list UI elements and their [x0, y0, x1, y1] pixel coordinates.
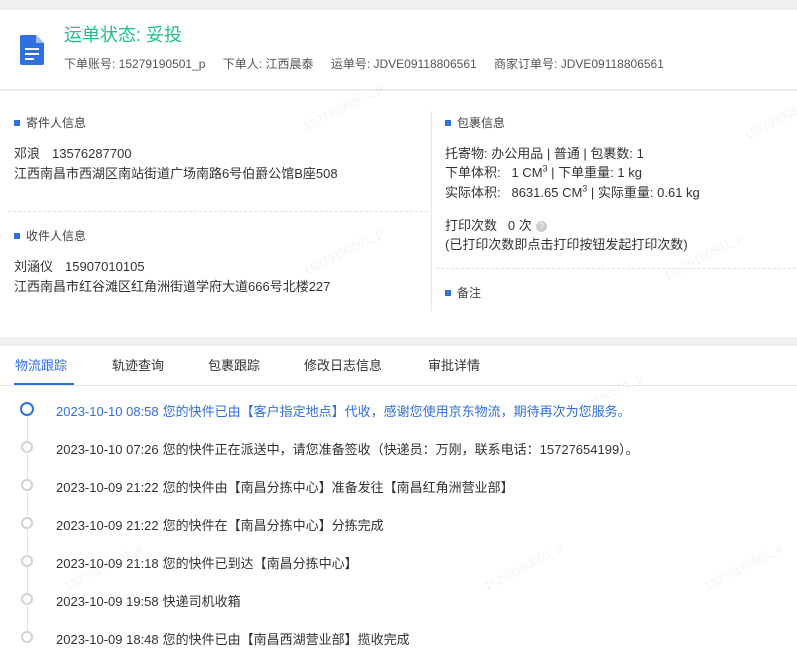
timeline-dot-icon — [21, 441, 33, 453]
active-tab-indicator — [14, 383, 74, 385]
timeline-time: 2023-10-10 07:26 — [56, 442, 159, 457]
timeline-time: 2023-10-09 19:58 — [56, 594, 159, 609]
tab-logistics-tracking[interactable]: 物流跟踪 — [15, 355, 67, 374]
tab-bar: 物流跟踪 轨迹查询 包裹跟踪 修改日志信息 审批详情 — [0, 346, 797, 386]
contact-column: 寄件人信息 邓浪 13576287700 江西南昌市西湖区南站街道广场南路6号伯爵… — [0, 91, 430, 337]
timeline-dot-icon — [21, 593, 33, 605]
sender-phone: 13576287700 — [52, 146, 132, 161]
sender-address: 江西南昌市西湖区南站街道广场南路6号伯爵公馆B座508 — [14, 166, 338, 181]
print-count-label: 打印次数 — [445, 218, 498, 233]
tab-package-tracking[interactable]: 包裹跟踪 — [208, 355, 260, 374]
timeline-time: 2023-10-10 08:58 — [56, 404, 159, 419]
document-icon — [20, 35, 44, 65]
receiver-phone: 15907010105 — [65, 259, 145, 274]
package-column: 包裹信息 托寄物: 办公用品 | 普通 | 包裹数: 1 下单体积: 1 CM3… — [432, 91, 797, 337]
timeline-dot-icon — [21, 517, 33, 529]
tab-trajectory-query[interactable]: 轨迹查询 — [112, 355, 164, 374]
waybill-meta: 下单账号: 15279190501_p 下单人: 江西晨泰 运单号: JDVE0… — [64, 55, 664, 72]
receiver-address: 江西南昌市红谷滩区红角洲街道学府大道666号北楼227 — [14, 279, 331, 294]
timeline-text: 您的快件已由【南昌西湖营业部】揽收完成 — [162, 632, 410, 647]
package-actual-volume: 实际体积: 8631.65 CM3 | 实际重量: 0.61 kg — [445, 183, 700, 200]
meta-merchant-order-number: 商家订单号: JDVE09118806561 — [494, 57, 664, 71]
divider — [8, 211, 428, 212]
meta-waybill-number: 运单号: JDVE09118806561 — [330, 57, 477, 71]
timeline-dot-icon — [21, 555, 33, 567]
sender-title: 寄件人信息 — [14, 114, 86, 131]
package-contents: 托寄物: 办公用品 | 普通 | 包裹数: 1 — [445, 146, 644, 161]
timeline-item: 2023-10-09 19:58 快递司机收箱 — [0, 589, 797, 609]
waybill-header: 运单状态: 妥投 下单账号: 15279190501_p 下单人: 江西晨泰 运… — [0, 10, 797, 90]
receiver-name: 刘涵仪 — [14, 259, 54, 274]
receiver-contact: 刘涵仪 15907010105 — [14, 256, 145, 275]
timeline-text: 快递司机收箱 — [162, 594, 241, 609]
timeline-item: 2023-10-09 21:22 您的快件由【南昌分拣中心】准备发往【南昌红角洲营… — [0, 475, 797, 495]
tab-approval-details[interactable]: 审批详情 — [428, 355, 480, 374]
timeline-time: 2023-10-09 18:48 — [56, 632, 159, 647]
tab-change-log[interactable]: 修改日志信息 — [304, 355, 382, 374]
waybill-status: 运单状态: 妥投 — [64, 21, 182, 47]
print-count: 打印次数 0 次? — [445, 215, 547, 234]
timeline-dot-icon — [21, 631, 33, 643]
timeline-item: 2023-10-09 21:22 您的快件在【南昌分拣中心】分拣完成 — [0, 513, 797, 533]
package-title: 包裹信息 — [445, 114, 505, 131]
timeline-text: 您的快件已由【客户指定地点】代收，感谢您使用京东物流，期待再次为您服务。 — [162, 404, 631, 419]
timeline-item: 2023-10-10 08:58 您的快件已由【客户指定地点】代收，感谢您使用京东… — [0, 399, 797, 419]
receiver-title: 收件人信息 — [14, 227, 86, 244]
timeline-text: 您的快件已到达【南昌分拣中心】 — [162, 556, 358, 571]
status-value: 妥投 — [146, 25, 183, 45]
sender-contact: 邓浪 13576287700 — [14, 143, 132, 162]
meta-orderer: 下单人: 江西晨泰 — [222, 57, 314, 71]
tracking-panel: 物流跟踪 轨迹查询 包裹跟踪 修改日志信息 审批详情 2023-10-10 08… — [0, 346, 797, 659]
timeline-dot-icon — [20, 402, 34, 416]
print-note: (已打印次数即点击打印按钮发起打印次数) — [445, 237, 688, 252]
divider — [436, 268, 796, 269]
package-order-volume: 下单体积: 1 CM3 | 下单重量: 1 kg — [445, 163, 642, 180]
timeline-dot-icon — [21, 479, 33, 491]
sender-name: 邓浪 — [14, 146, 41, 161]
timeline-time: 2023-10-09 21:22 — [56, 480, 159, 495]
timeline-item: 2023-10-09 18:48 您的快件已由【南昌西湖营业部】揽收完成 — [0, 627, 797, 647]
timeline-item: 2023-10-09 21:18 您的快件已到达【南昌分拣中心】 — [0, 551, 797, 571]
timeline-time: 2023-10-09 21:18 — [56, 556, 159, 571]
timeline-text: 您的快件正在派送中，请您准备签收（快递员：万刚，联系电话：15727654199… — [162, 442, 639, 457]
remark-title: 备注 — [445, 284, 481, 301]
question-circle-icon[interactable]: ? — [535, 221, 547, 233]
timeline-item: 2023-10-10 07:26 您的快件正在派送中，请您准备签收（快递员：万刚，… — [0, 437, 797, 457]
print-count-value: 0 次 — [507, 218, 532, 233]
status-label: 运单状态: — [64, 25, 147, 45]
timeline-time: 2023-10-09 21:22 — [56, 518, 159, 533]
shipment-info: 寄件人信息 邓浪 13576287700 江西南昌市西湖区南站街道广场南路6号伯爵… — [0, 91, 797, 337]
timeline-text: 您的快件由【南昌分拣中心】准备发往【南昌红角洲营业部】 — [162, 480, 514, 495]
meta-account: 下单账号: 15279190501_p — [64, 57, 206, 71]
timeline-text: 您的快件在【南昌分拣中心】分拣完成 — [162, 518, 384, 533]
